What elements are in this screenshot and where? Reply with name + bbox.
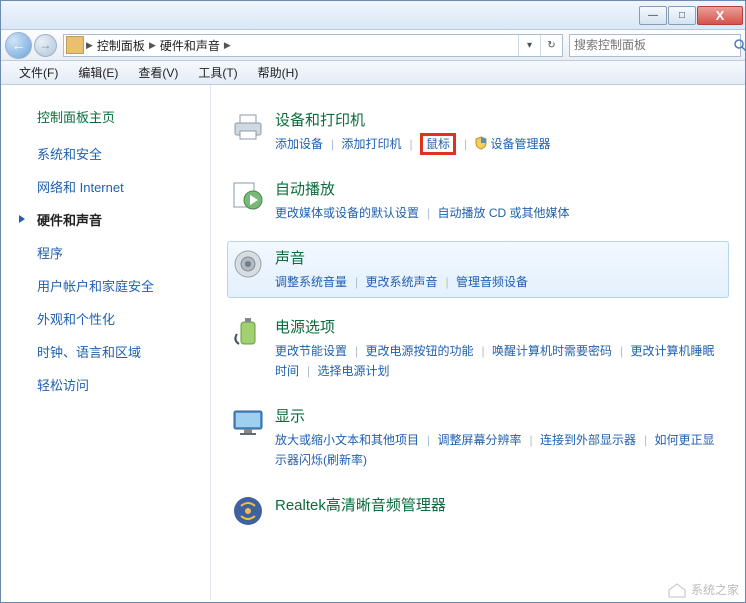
- category-devices-printers: 设备和打印机 添加设备| 添加打印机| 鼠标| 设备管理器: [227, 103, 729, 160]
- menu-tools[interactable]: 工具(T): [188, 62, 247, 83]
- link-mouse[interactable]: 鼠标: [420, 137, 456, 151]
- link-change-sounds[interactable]: 更改系统声音: [365, 275, 437, 289]
- menubar: 文件(F) 编辑(E) 查看(V) 工具(T) 帮助(H): [1, 61, 745, 85]
- minimize-button[interactable]: —: [639, 6, 667, 25]
- address-bar[interactable]: ▶ 控制面板 ▶ 硬件和声音 ▶ ▾ ↻: [63, 34, 563, 57]
- sidebar-item-system-security[interactable]: 系统和安全: [37, 144, 210, 163]
- realtek-icon: [231, 494, 265, 528]
- sidebar-item-programs[interactable]: 程序: [37, 243, 210, 262]
- sidebar-item-user-accounts[interactable]: 用户帐户和家庭安全: [37, 276, 210, 295]
- body-area: 控制面板主页 系统和安全 网络和 Internet 硬件和声音 程序 用户帐户和…: [1, 85, 745, 600]
- link-require-password[interactable]: 唤醒计算机时需要密码: [492, 344, 612, 358]
- sidebar-item-network[interactable]: 网络和 Internet: [37, 177, 210, 196]
- category-links: 添加设备| 添加打印机| 鼠标| 设备管理器: [275, 134, 725, 154]
- category-title[interactable]: 显示: [275, 405, 725, 426]
- sidebar-item-ease-of-access[interactable]: 轻松访问: [37, 375, 210, 394]
- speaker-icon: [231, 247, 265, 281]
- category-links: 更改媒体或设备的默认设置| 自动播放 CD 或其他媒体: [275, 203, 725, 223]
- menu-view[interactable]: 查看(V): [128, 62, 188, 83]
- category-links: 调整系统音量| 更改系统声音| 管理音频设备: [275, 272, 725, 292]
- link-power-button[interactable]: 更改电源按钮的功能: [365, 344, 473, 358]
- refresh-button[interactable]: ↻: [540, 35, 562, 56]
- folder-icon: [66, 36, 84, 54]
- category-title[interactable]: Realtek高清晰音频管理器: [275, 494, 725, 515]
- link-device-manager[interactable]: 设备管理器: [490, 137, 550, 151]
- search-input[interactable]: [570, 38, 733, 52]
- link-change-media-defaults[interactable]: 更改媒体或设备的默认设置: [275, 206, 419, 220]
- menu-edit[interactable]: 编辑(E): [68, 62, 128, 83]
- sidebar: 控制面板主页 系统和安全 网络和 Internet 硬件和声音 程序 用户帐户和…: [1, 85, 211, 600]
- sidebar-home[interactable]: 控制面板主页: [37, 107, 210, 126]
- category-sound: 声音 调整系统音量| 更改系统声音| 管理音频设备: [227, 241, 729, 298]
- category-links: 更改节能设置| 更改电源按钮的功能| 唤醒计算机时需要密码| 更改计算机睡眠时间…: [275, 341, 725, 381]
- navbar: ← → ▶ 控制面板 ▶ 硬件和声音 ▶ ▾ ↻: [1, 30, 745, 61]
- sidebar-item-clock-region[interactable]: 时钟、语言和区域: [37, 342, 210, 361]
- control-panel-window: — □ X ← → ▶ 控制面板 ▶ 硬件和声音 ▶ ▾ ↻ 文件(F) 编辑(…: [0, 0, 746, 603]
- watermark: 系统之家: [667, 581, 739, 598]
- nav-forward-button[interactable]: →: [34, 34, 57, 57]
- link-add-printer[interactable]: 添加打印机: [341, 137, 401, 151]
- link-screen-resolution[interactable]: 调整屏幕分辨率: [437, 433, 521, 447]
- crumb-control-panel[interactable]: 控制面板: [93, 37, 149, 54]
- autoplay-icon: [231, 178, 265, 212]
- link-adjust-volume[interactable]: 调整系统音量: [275, 275, 347, 289]
- house-icon: [667, 582, 687, 598]
- link-manage-audio[interactable]: 管理音频设备: [456, 275, 528, 289]
- content-area: 设备和打印机 添加设备| 添加打印机| 鼠标| 设备管理器 自动播放 更改媒体或…: [211, 85, 745, 600]
- menu-file[interactable]: 文件(F): [9, 62, 68, 83]
- shield-icon: [474, 136, 488, 150]
- category-autoplay: 自动播放 更改媒体或设备的默认设置| 自动播放 CD 或其他媒体: [227, 172, 729, 229]
- category-links: 放大或缩小文本和其他项目| 调整屏幕分辨率| 连接到外部显示器| 如何更正显示器…: [275, 430, 725, 470]
- maximize-button[interactable]: □: [668, 6, 696, 25]
- titlebar: — □ X: [1, 1, 745, 30]
- crumb-sep-icon: ▶: [149, 40, 156, 51]
- search-icon[interactable]: [733, 35, 746, 56]
- link-external-display[interactable]: 连接到外部显示器: [540, 433, 636, 447]
- link-text-size[interactable]: 放大或缩小文本和其他项目: [275, 433, 419, 447]
- category-title[interactable]: 声音: [275, 247, 725, 268]
- category-power: 电源选项 更改节能设置| 更改电源按钮的功能| 唤醒计算机时需要密码| 更改计算…: [227, 310, 729, 387]
- search-box[interactable]: [569, 34, 741, 57]
- crumb-sep-icon: ▶: [224, 40, 231, 51]
- power-icon: [231, 316, 265, 350]
- address-dropdown-button[interactable]: ▾: [518, 35, 540, 56]
- nav-back-button[interactable]: ←: [5, 32, 32, 59]
- category-title[interactable]: 自动播放: [275, 178, 725, 199]
- printer-icon: [231, 109, 265, 143]
- display-icon: [231, 405, 265, 439]
- category-display: 显示 放大或缩小文本和其他项目| 调整屏幕分辨率| 连接到外部显示器| 如何更正…: [227, 399, 729, 476]
- category-realtek: Realtek高清晰音频管理器: [227, 488, 729, 534]
- sidebar-item-hardware-sound[interactable]: 硬件和声音: [37, 210, 210, 229]
- menu-help[interactable]: 帮助(H): [248, 62, 309, 83]
- crumb-hardware-sound[interactable]: 硬件和声音: [156, 37, 224, 54]
- link-change-power-saving[interactable]: 更改节能设置: [275, 344, 347, 358]
- link-autoplay-cd[interactable]: 自动播放 CD 或其他媒体: [437, 206, 569, 220]
- category-title[interactable]: 电源选项: [275, 316, 725, 337]
- category-title[interactable]: 设备和打印机: [275, 109, 725, 130]
- link-choose-plan[interactable]: 选择电源计划: [317, 364, 389, 378]
- sidebar-item-appearance[interactable]: 外观和个性化: [37, 309, 210, 328]
- link-add-device[interactable]: 添加设备: [275, 137, 323, 151]
- close-button[interactable]: X: [697, 6, 743, 25]
- crumb-sep-icon: ▶: [86, 40, 93, 51]
